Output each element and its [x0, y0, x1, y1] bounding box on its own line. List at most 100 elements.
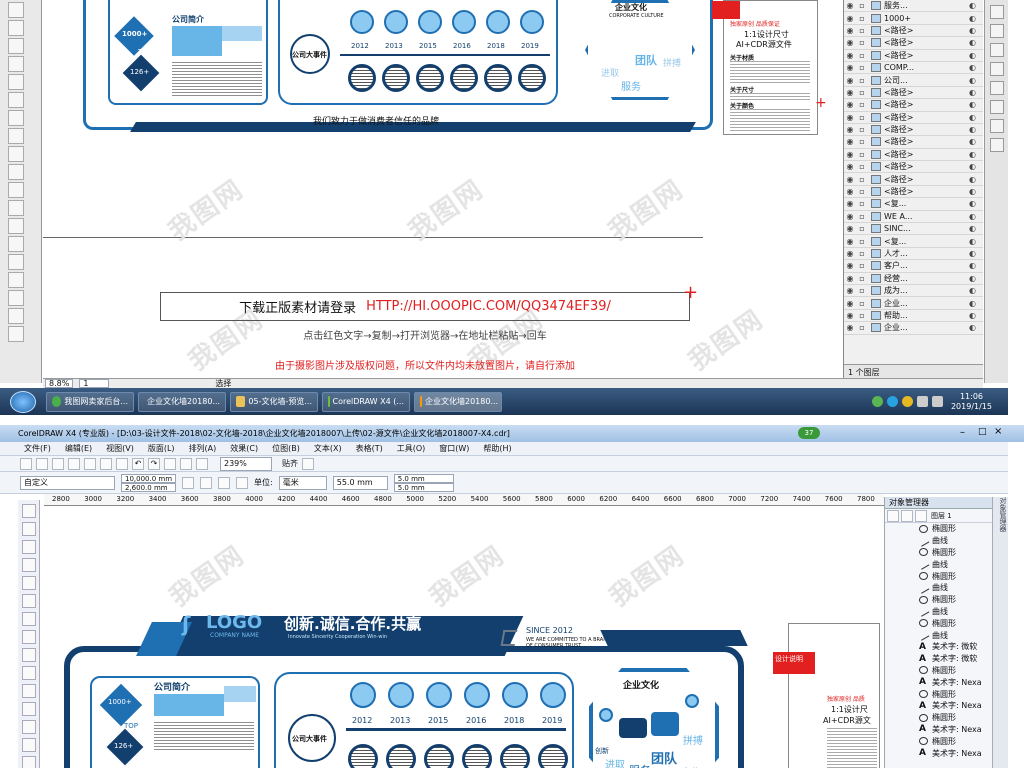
copy-icon[interactable]: [100, 457, 112, 470]
layer-row[interactable]: ◉ ▫ 公司... ◐: [844, 74, 983, 87]
print-icon[interactable]: ▫: [856, 63, 868, 72]
taskbar-item[interactable]: 企业文化墙20180...: [414, 391, 502, 412]
object-row[interactable]: 椭圆形: [885, 547, 992, 559]
taskbar-item[interactable]: 05-文化墙-预览...: [230, 391, 318, 412]
drawing-canvas[interactable]: 我图网 我图网 我图网 ʃ LOGO COMPANY NAME 创新.诚信.合作…: [44, 506, 880, 768]
layer-row[interactable]: ◉ ▫ <路径> ◐: [844, 186, 983, 199]
pick-icon[interactable]: [21, 504, 36, 518]
visibility-icon[interactable]: ◉: [844, 38, 856, 47]
layer-row[interactable]: ◉ ▫ <路径> ◐: [844, 37, 983, 50]
layer-row[interactable]: ◉ ▫ <路径> ◐: [844, 50, 983, 62]
layer-row[interactable]: ◉ ▫ <路径> ◐: [844, 99, 983, 112]
paper-preset-select[interactable]: 自定义: [20, 475, 115, 490]
layer-row[interactable]: ◉ ▫ 1000+ ◐: [844, 12, 983, 25]
shape-icon[interactable]: [8, 20, 24, 36]
show-properties-icon[interactable]: [887, 509, 899, 522]
visibility-icon[interactable]: ◉: [844, 261, 856, 270]
object-row[interactable]: 椭圆形: [885, 523, 992, 535]
visibility-icon[interactable]: ◉: [844, 199, 856, 208]
menu-item[interactable]: 编辑(E): [65, 443, 92, 454]
layer-row[interactable]: ◉ ▫ <路径> ◐: [844, 161, 983, 174]
visibility-icon[interactable]: ◉: [844, 113, 856, 122]
visibility-icon[interactable]: ◉: [844, 125, 856, 134]
tray-icon[interactable]: [901, 396, 913, 407]
redo-icon[interactable]: ↷: [148, 457, 160, 470]
layer-row[interactable]: ◉ ▫ SINC... ◐: [844, 223, 983, 236]
lock-icon[interactable]: ◐: [969, 137, 983, 146]
panel-icon[interactable]: [989, 43, 1004, 57]
layer-manager-icon[interactable]: [915, 509, 927, 522]
object-row[interactable]: 曲线: [885, 534, 992, 547]
crop-icon[interactable]: [8, 38, 24, 54]
import-icon[interactable]: [164, 457, 176, 470]
menu-item[interactable]: 表格(T): [356, 443, 383, 454]
visibility-icon[interactable]: ◉: [844, 76, 856, 85]
layer-row[interactable]: ◉ ▫ COMP... ◐: [844, 62, 983, 75]
lock-icon[interactable]: ◐: [969, 162, 983, 171]
panel-icon[interactable]: [989, 119, 1004, 133]
text-icon[interactable]: [8, 164, 24, 180]
object-row[interactable]: 椭圆形: [885, 594, 992, 606]
ellipse-icon[interactable]: [8, 128, 24, 144]
smart-fill-icon[interactable]: [8, 92, 24, 108]
layer-row[interactable]: ◉ ▫ 企业... ◐: [844, 322, 983, 335]
menu-item[interactable]: 位图(B): [272, 443, 300, 454]
object-row[interactable]: 椭圆形: [885, 617, 992, 629]
transparency-icon[interactable]: [8, 254, 24, 270]
text-icon[interactable]: [21, 666, 36, 680]
layer-row[interactable]: ◉ ▫ 帮助... ◐: [844, 310, 983, 323]
taskbar-item[interactable]: 我图网卖家后台...: [46, 391, 134, 412]
layer-row[interactable]: ◉ ▫ <路径> ◐: [844, 136, 983, 149]
clock[interactable]: 11:06 2019/1/15: [951, 392, 992, 412]
print-icon[interactable]: ▫: [856, 274, 868, 283]
duplicate-y-field[interactable]: 5.0 mm: [393, 482, 454, 492]
object-row[interactable]: 椭圆形: [885, 665, 992, 677]
layer-row[interactable]: ◉ ▫ 客户... ◐: [844, 260, 983, 273]
freehand-icon[interactable]: [8, 74, 24, 90]
layer-row[interactable]: ◉ ▫ 企业... ◐: [844, 297, 983, 310]
print-icon[interactable]: ▫: [856, 237, 868, 246]
print-icon[interactable]: ▫: [856, 286, 868, 295]
object-row[interactable]: 椭圆形: [885, 688, 992, 700]
shape-icon[interactable]: [21, 522, 36, 536]
visibility-icon[interactable]: ◉: [844, 88, 856, 97]
polygon-icon[interactable]: [8, 146, 24, 162]
menu-item[interactable]: 窗口(W): [439, 443, 469, 454]
print-icon[interactable]: ▫: [856, 113, 868, 122]
print-icon[interactable]: ▫: [856, 100, 868, 109]
menu-item[interactable]: 帮助(H): [483, 443, 511, 454]
visibility-icon[interactable]: ◉: [844, 51, 856, 60]
zoom-field[interactable]: 8.8%: [45, 379, 74, 388]
ellipse-icon[interactable]: [21, 630, 36, 644]
transparency-icon[interactable]: [21, 756, 36, 768]
snap-menu[interactable]: 贴齐: [282, 458, 298, 469]
blend-icon[interactable]: [21, 738, 36, 752]
lock-icon[interactable]: ◐: [969, 38, 983, 47]
print-icon[interactable]: ▫: [856, 187, 868, 196]
layer-row[interactable]: ◉ ▫ <路径> ◐: [844, 124, 983, 137]
visibility-icon[interactable]: ◉: [844, 137, 856, 146]
lock-icon[interactable]: ◐: [969, 100, 983, 109]
close-button[interactable]: ×: [994, 426, 1002, 437]
connector-icon[interactable]: [21, 720, 36, 734]
panel-icon[interactable]: [989, 5, 1004, 19]
visibility-icon[interactable]: ◉: [844, 162, 856, 171]
drawing-canvas[interactable]: 1000+ TOP 126+ 公司简介 公司大事件 2012 2013 2015 20…: [43, 0, 843, 378]
lock-icon[interactable]: ◐: [969, 249, 983, 258]
print-icon[interactable]: ▫: [856, 224, 868, 233]
menu-item[interactable]: 视图(V): [106, 443, 134, 454]
visibility-icon[interactable]: ◉: [844, 175, 856, 184]
print-icon[interactable]: ▫: [856, 199, 868, 208]
print-icon[interactable]: ▫: [856, 38, 868, 47]
print-icon[interactable]: ▫: [856, 26, 868, 35]
print-icon[interactable]: [68, 457, 80, 470]
edit-across-layers-icon[interactable]: [901, 509, 913, 522]
taskbar-item[interactable]: 企业文化墙20180...: [138, 391, 226, 412]
visibility-icon[interactable]: ◉: [844, 299, 856, 308]
lock-icon[interactable]: ◐: [969, 175, 983, 184]
lock-icon[interactable]: ◐: [969, 237, 983, 246]
layer-row[interactable]: ◉ ▫ <路径> ◐: [844, 25, 983, 38]
print-icon[interactable]: ▫: [856, 150, 868, 159]
unit-select[interactable]: 毫米: [278, 475, 327, 490]
lock-icon[interactable]: ◐: [969, 76, 983, 85]
